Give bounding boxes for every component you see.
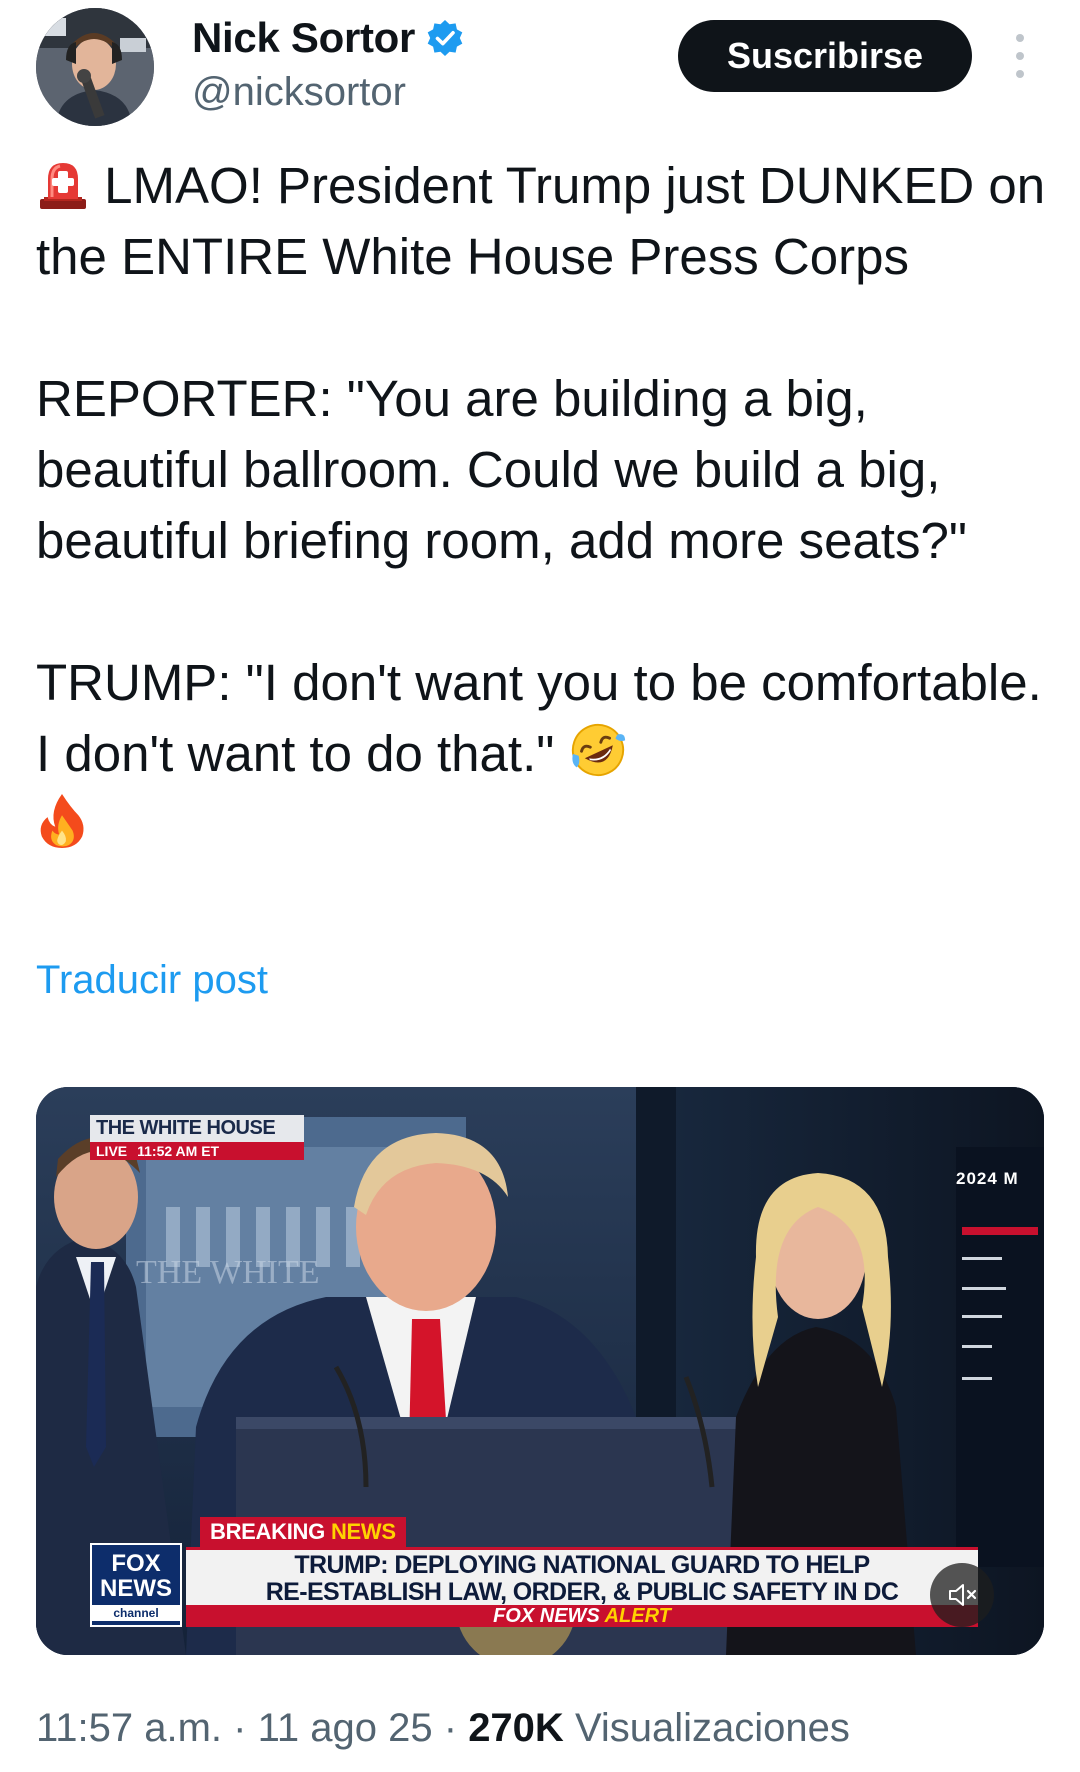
breaking-news-label: NEWS: [330, 1519, 396, 1544]
post-paragraph-3: TRUMP: "I don't want you to be comfortab…: [36, 647, 1046, 860]
verified-badge-icon: [425, 18, 465, 58]
fox-logo-bottom: channel: [92, 1605, 180, 1621]
fox-logo-mid: NEWS: [100, 1575, 172, 1602]
author-handle[interactable]: @nicksortor: [192, 70, 406, 115]
subscribe-button[interactable]: Suscribirse: [678, 20, 972, 92]
headline-line-2: RE-ESTABLISH LAW, ORDER, & PUBLIC SAFETY…: [265, 1578, 899, 1606]
post-time[interactable]: 11:57 a.m.: [36, 1706, 222, 1750]
breaking-news-tab: BREAKING NEWS: [200, 1517, 406, 1547]
author-display-name[interactable]: Nick Sortor: [192, 14, 415, 62]
fire-emoji: [36, 792, 88, 850]
translate-post-link[interactable]: Traducir post: [36, 958, 268, 1003]
post-quote-text: TRUMP: "I don't want you to be comfortab…: [36, 654, 1042, 782]
news-lower-third: BREAKING NEWS FOX NEWS channel TRUMP: DE…: [90, 1517, 1020, 1627]
volume-muted-icon[interactable]: [930, 1563, 994, 1627]
avatar-image: [36, 8, 154, 126]
breaking-label: BREAKING: [210, 1519, 325, 1544]
fox-news-logo: FOX NEWS channel: [90, 1543, 182, 1627]
alert-left: FOX NEWS: [493, 1605, 600, 1627]
headline-line-1: TRUMP: DEPLOYING NATIONAL GUARD TO HELP: [294, 1551, 870, 1579]
post-video[interactable]: THE WHITE THE WHITE HOUSE LIVE 11:52 AM …: [36, 1087, 1044, 1655]
corner-label: 2024 M: [956, 1169, 1019, 1188]
news-headline: TRUMP: DEPLOYING NATIONAL GUARD TO HELP …: [186, 1547, 978, 1608]
wh-live-label: LIVE: [96, 1143, 128, 1159]
rotating-light-emoji: [36, 157, 90, 211]
white-house-live-bug: THE WHITE HOUSE LIVE 11:52 AM ET: [90, 1115, 304, 1160]
avatar[interactable]: [36, 8, 154, 126]
post-date[interactable]: 11 ago 25: [258, 1706, 433, 1750]
fox-logo-top: FOX: [111, 1550, 161, 1577]
backdrop-text: THE WHITE: [136, 1254, 319, 1291]
alert-right: ALERT: [604, 1605, 671, 1627]
meta-separator: ·: [443, 1706, 458, 1750]
post-meta: 11:57 a.m. · 11 ago 25 · 270K Visualizac…: [36, 1706, 850, 1751]
post-paragraph-1: LMAO! President Trump just DUNKED on the…: [36, 150, 1046, 292]
wh-bug-title: THE WHITE HOUSE: [90, 1115, 304, 1142]
post-header: Nick Sortor @nicksortor Suscribirse: [0, 0, 1080, 140]
post-headline-text: LMAO! President Trump just DUNKED on the…: [36, 157, 1046, 285]
views-label[interactable]: Visualizaciones: [575, 1706, 850, 1750]
wh-bug-live: LIVE 11:52 AM ET: [90, 1142, 304, 1160]
author-name-row[interactable]: Nick Sortor: [192, 14, 465, 62]
post-paragraph-2: REPORTER: "You are building a big, beaut…: [36, 370, 967, 569]
more-vertical-icon[interactable]: [1008, 34, 1032, 78]
meta-separator: ·: [233, 1706, 247, 1750]
post-body: LMAO! President Trump just DUNKED on the…: [36, 150, 1046, 860]
views-count[interactable]: 270K: [468, 1706, 564, 1750]
wh-live-time: 11:52 AM ET: [137, 1143, 220, 1159]
fox-news-alert-bar: FOX NEWS ALERT: [186, 1605, 978, 1627]
rofl-emoji: [569, 721, 627, 779]
